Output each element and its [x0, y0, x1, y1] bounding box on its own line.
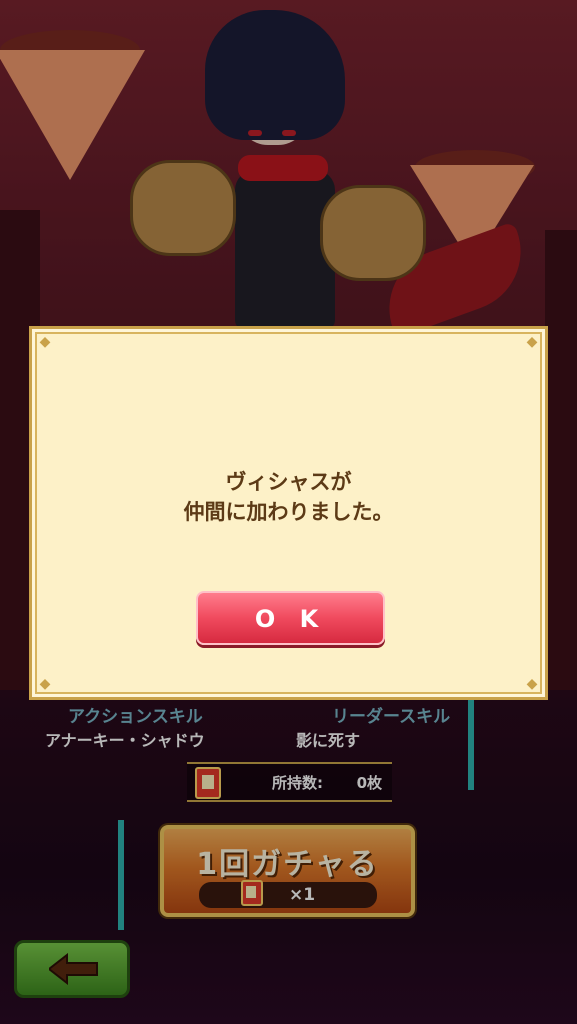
ok-button[interactable]: O K [196, 591, 385, 645]
corner-ornament: ◆ [526, 676, 538, 692]
corner-ornament: ◆ [39, 676, 51, 692]
game-screen: アクションスキル リーダースキル アナーキー・シャドウ 影に死す 所持数: 0枚… [0, 0, 577, 1024]
corner-ornament: ◆ [39, 334, 51, 350]
ok-button-label: O K [254, 605, 327, 633]
recruit-dialog: ◆ ◆ ◆ ◆ ヴィシャスが 仲間に加わりました。 O K [29, 326, 548, 700]
dialog-message-line1: ヴィシャスが [225, 470, 352, 494]
dialog-message-line2: 仲間に加わりました。 [183, 500, 394, 524]
dialog-message: ヴィシャスが 仲間に加わりました。 [32, 467, 545, 527]
corner-ornament: ◆ [526, 334, 538, 350]
